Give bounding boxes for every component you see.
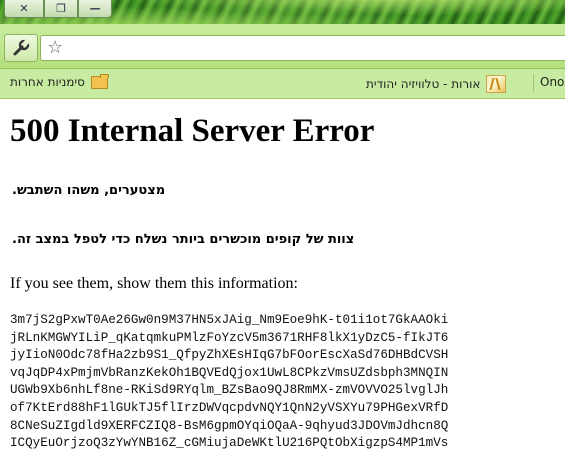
restore-icon: ❐ <box>56 2 66 15</box>
site-logo-icon <box>486 75 507 93</box>
bookmark-item-truncated-label: Ono <box>540 75 565 89</box>
error-code-line: jyIioN0Odc78fHa2zb9S1_QfpyZhXEsHIqG7bFOo… <box>10 348 449 363</box>
window-titlebar: ✕ ❐ — <box>0 0 565 24</box>
bookmark-item-label: אורות - טלוויזיה יהודית <box>366 77 481 91</box>
error-info-block: 3m7jS2gPxwT0Ae26Gw0n9M37HN5xJAig_Nm9Eoe9… <box>10 312 448 453</box>
bookmark-item[interactable]: אורות - טלוויזיה יהודית <box>366 75 507 93</box>
info-instruction: If you see them, show them this informat… <box>10 275 298 292</box>
error-code-line: UGWb9Xb6nhLf8ne-RKiSd9RYqlm_BZsBao9QJ8Rm… <box>10 383 449 398</box>
error-code-line: vqJqDP4xPmjmVbRanzKekOh1BQVEdQjox1UwL8CP… <box>10 365 449 380</box>
page-content: 500 Internal Server Error מצטערים, משהו … <box>0 99 565 465</box>
error-heading: 500 Internal Server Error <box>10 113 375 149</box>
error-message-line: מצטערים, משהו השתבש. <box>12 183 166 198</box>
error-code-line: 8CNeSuZIgdld9XERFCZIQ8-BsM6gpmOYqiOQaA-9… <box>10 418 449 433</box>
folder-icon <box>90 73 109 89</box>
window-controls: ✕ ❐ — <box>4 0 112 19</box>
restore-button[interactable]: ❐ <box>44 0 78 18</box>
address-bar[interactable]: ☆ <box>40 35 565 61</box>
bookmark-divider <box>533 74 534 92</box>
close-button[interactable]: ✕ <box>4 0 44 18</box>
error-code-line: ICQyEuOrjzoQ3zYwYNB16Z_cGMiujaDeWKtlU216… <box>10 436 449 451</box>
browser-toolbar: ☆ <box>0 24 565 69</box>
error-code-line: 3m7jS2gPxwT0Ae26Gw0n9M37HN5xJAig_Nm9Eoe9… <box>10 313 449 327</box>
wrench-icon <box>13 39 30 56</box>
minimize-button[interactable]: — <box>78 0 112 18</box>
bookmarks-bar: סימניות אחרות אורות - טלוויזיה יהודית On… <box>0 69 565 99</box>
bookmark-item-truncated[interactable]: Ono <box>540 75 564 89</box>
minimize-icon: — <box>89 2 101 15</box>
bookmark-star-icon[interactable]: ☆ <box>47 37 63 59</box>
close-icon: ✕ <box>19 2 29 15</box>
error-message-line: צוות של קופים מוכשרים ביותר נשלח כדי לטפ… <box>12 232 355 247</box>
error-code-line: jRLnKMGWYILiP_qKatqmkuPMlzFoYzcV5m3671RH… <box>10 330 449 345</box>
other-bookmarks-button[interactable]: סימניות אחרות <box>10 73 109 89</box>
other-bookmarks-label: סימניות אחרות <box>10 75 85 89</box>
wrench-menu-button[interactable] <box>4 34 38 62</box>
error-code-line: of7KtErd88hF1lGUkTJ5flIrzDWVqcpdvNQY1QnN… <box>10 400 449 415</box>
